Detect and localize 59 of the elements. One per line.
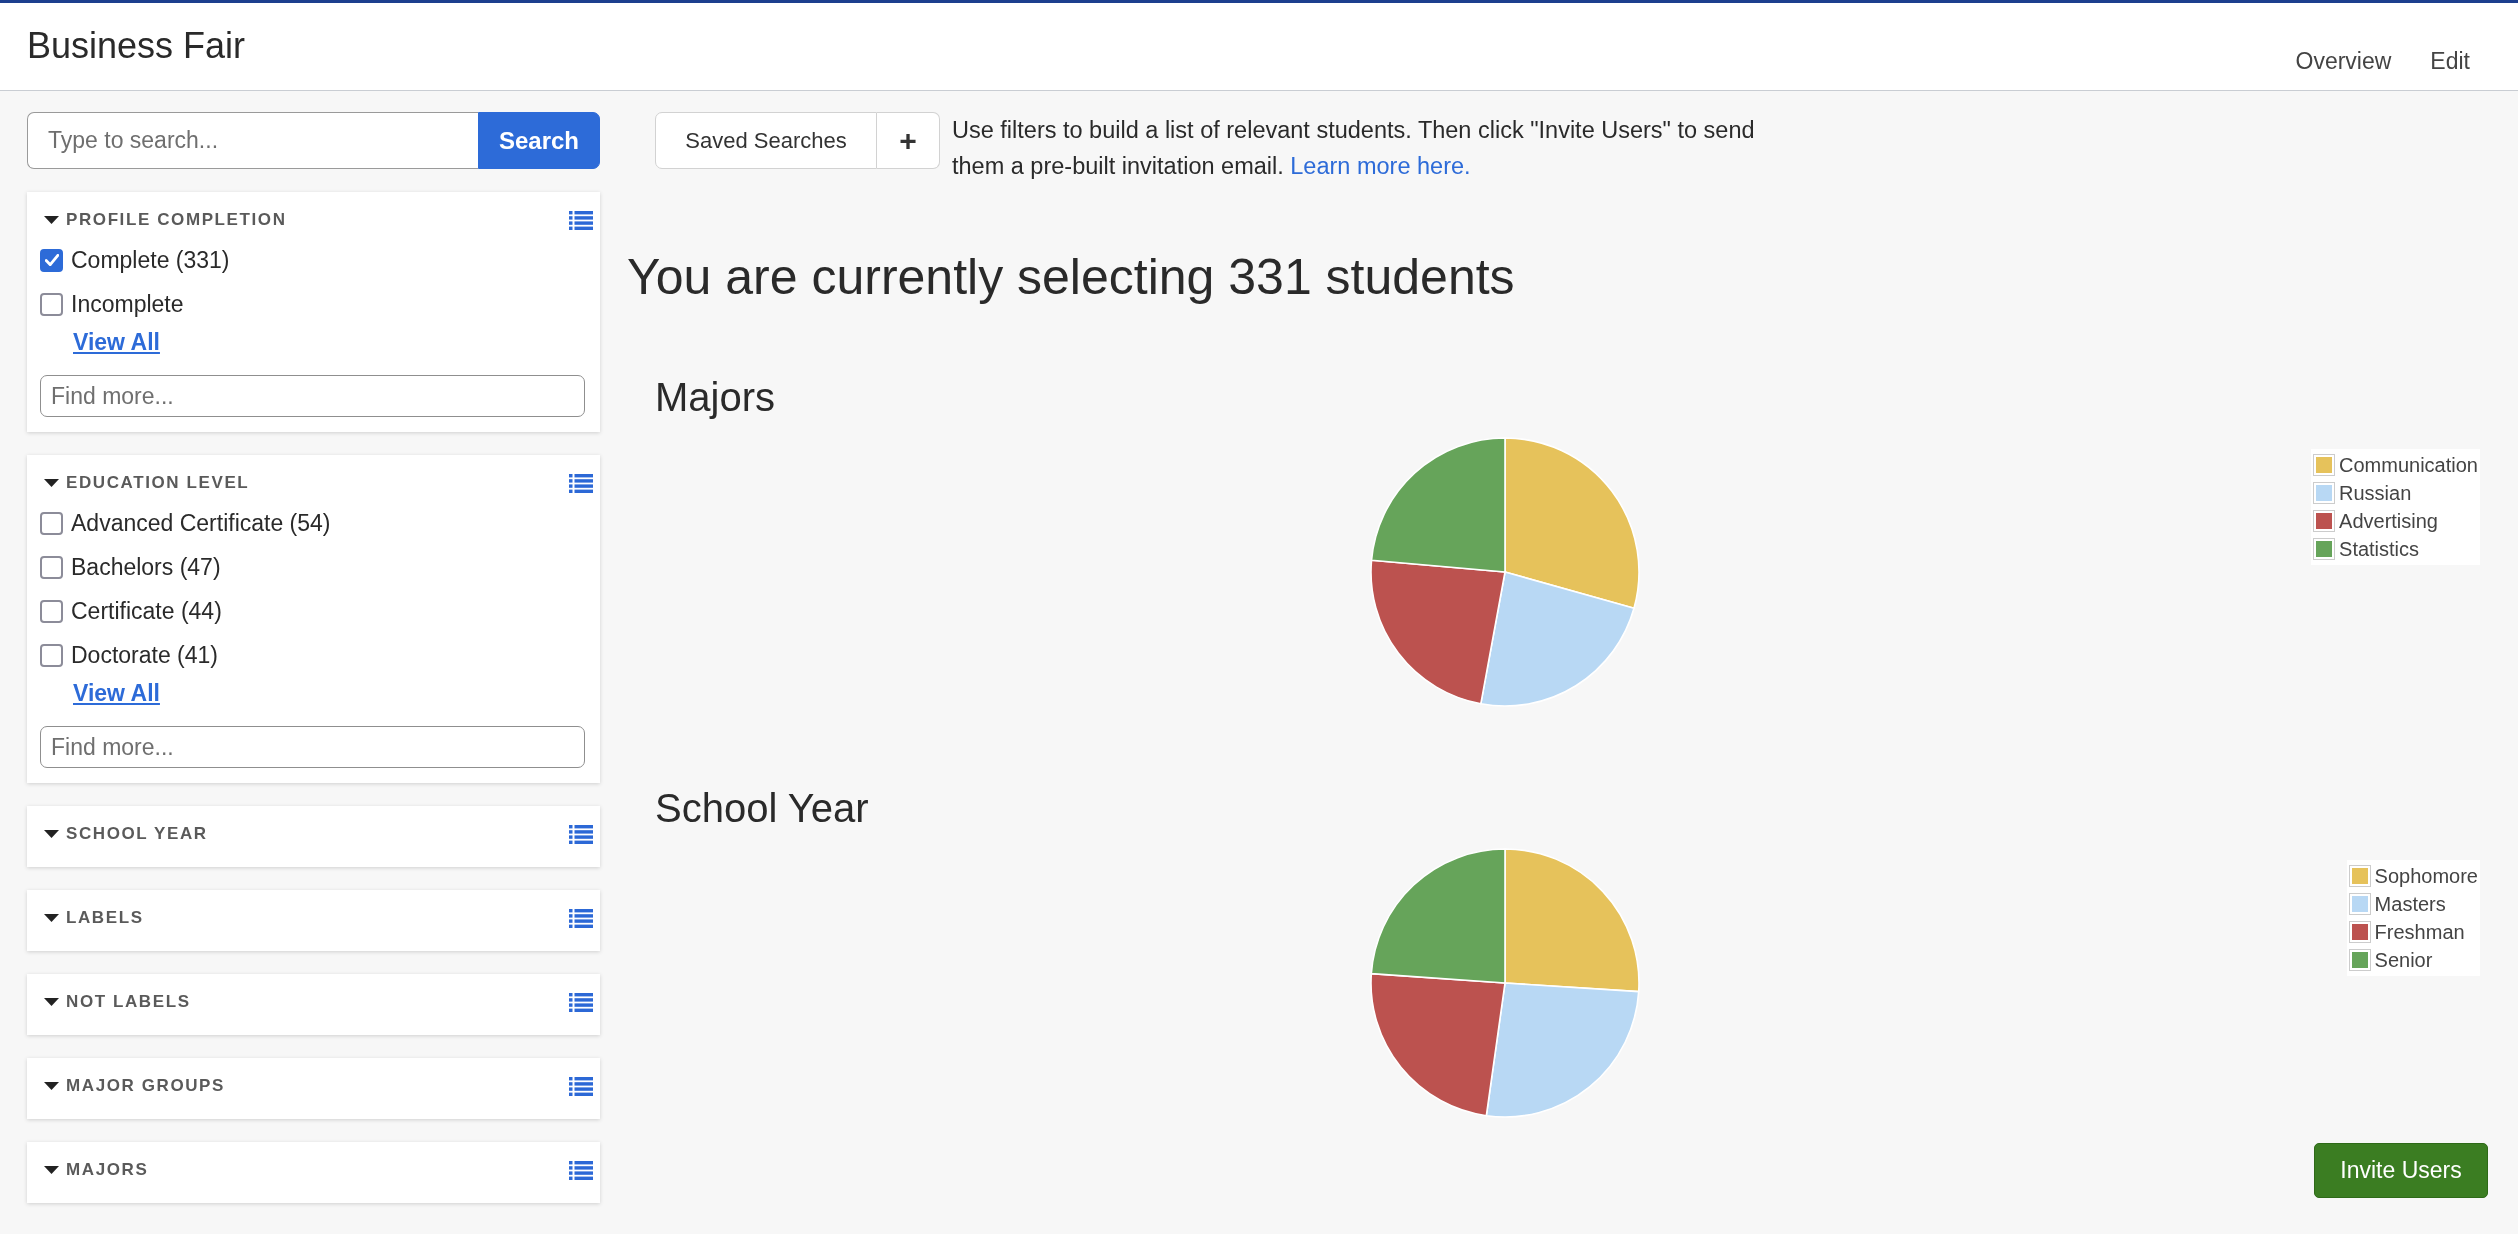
saved-searches-button[interactable]: Saved Searches <box>655 112 877 169</box>
caret-icon[interactable] <box>44 1082 59 1090</box>
list-icon[interactable] <box>569 473 593 493</box>
chart-title: Majors <box>655 374 776 421</box>
list-icon[interactable] <box>569 1160 593 1180</box>
caret-icon[interactable] <box>44 216 59 224</box>
find-more-field[interactable]: Find more... <box>40 375 585 417</box>
list-icon[interactable] <box>569 210 593 230</box>
option-label[interactable]: Doctorate (41) <box>71 641 218 669</box>
filter-title[interactable]: EDUCATION LEVEL <box>66 473 250 493</box>
search-field[interactable]: Type to search... <box>27 112 478 169</box>
legend-label: Communication <box>2339 453 2478 477</box>
legend-label: Statistics <box>2339 537 2420 561</box>
search-button[interactable]: Search <box>478 112 600 169</box>
caret-icon[interactable] <box>44 1166 59 1174</box>
list-icon[interactable] <box>569 1076 593 1096</box>
view-all-link[interactable]: View All <box>73 328 160 356</box>
learn-more-link[interactable]: Learn more here. <box>1290 153 1471 179</box>
checkbox[interactable] <box>40 248 63 272</box>
help-text: Use filters to build a list of relevant students. Then click "Invite Users" to send them a pre-built invitation email. Learn more here. <box>952 116 1756 181</box>
list-icon[interactable] <box>569 908 593 928</box>
checkbox[interactable] <box>40 555 63 579</box>
caret-icon[interactable] <box>44 914 59 922</box>
legend-label: Senior <box>2374 948 2433 972</box>
filter-title[interactable]: NOT LABELS <box>66 992 191 1012</box>
view-all-link[interactable]: View All <box>73 679 160 707</box>
legend-label: Advertising <box>2339 509 2438 533</box>
caret-icon[interactable] <box>44 998 59 1006</box>
list-icon[interactable] <box>569 824 593 844</box>
nav-link[interactable]: Overview <box>2295 47 2392 75</box>
list-icon[interactable] <box>569 992 593 1012</box>
legend-label: Masters <box>2374 892 2446 916</box>
option-label[interactable]: Bachelors (47) <box>71 553 221 581</box>
legend-label: Freshman <box>2374 920 2465 944</box>
selection-heading: You are currently selecting 331 students <box>627 249 1515 305</box>
caret-icon[interactable] <box>44 479 59 487</box>
checkbox[interactable] <box>40 599 63 623</box>
nav-link[interactable]: Edit <box>2430 47 2470 75</box>
checkbox[interactable] <box>40 292 63 316</box>
add-button[interactable]: + <box>877 112 940 169</box>
option-label[interactable]: Complete (331) <box>71 246 230 274</box>
legend-label: Russian <box>2339 481 2412 505</box>
option-label[interactable]: Advanced Certificate (54) <box>71 509 331 537</box>
option-label[interactable]: Incomplete <box>71 290 184 318</box>
invite-users-button[interactable]: Invite Users <box>2314 1143 2488 1198</box>
app-title: Business Fair <box>27 24 246 68</box>
filter-title[interactable]: LABELS <box>66 908 144 928</box>
filter-title[interactable]: PROFILE COMPLETION <box>66 210 287 230</box>
tick-icon <box>44 254 59 266</box>
caret-icon[interactable] <box>44 830 59 838</box>
find-more-field[interactable]: Find more... <box>40 726 585 768</box>
filter-title[interactable]: MAJORS <box>66 1160 149 1180</box>
legend-label: Sophomore <box>2374 864 2478 888</box>
filter-title[interactable]: SCHOOL YEAR <box>66 824 208 844</box>
checkbox[interactable] <box>40 511 63 535</box>
checkbox[interactable] <box>40 643 63 667</box>
filter-title[interactable]: MAJOR GROUPS <box>66 1076 225 1096</box>
option-label[interactable]: Certificate (44) <box>71 597 222 625</box>
chart-title: School Year <box>655 785 869 832</box>
